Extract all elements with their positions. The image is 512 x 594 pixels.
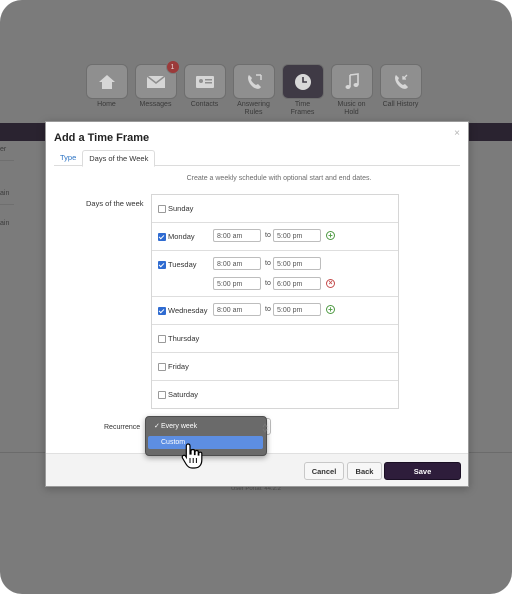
chevron-up-down-icon	[262, 420, 268, 438]
contact-card-icon	[183, 64, 226, 99]
option-label: Every week	[161, 423, 198, 430]
save-button[interactable]: Save	[384, 462, 461, 480]
hand-pointer-icon	[180, 442, 204, 475]
nav-home[interactable]: Home	[85, 64, 128, 117]
nav-contacts-label: Contacts	[190, 101, 219, 108]
to-label: to	[265, 306, 271, 313]
day-label: Saturday	[168, 390, 199, 399]
checkbox-friday[interactable]	[158, 363, 166, 371]
clock-icon	[281, 64, 324, 99]
add-range-icon[interactable]: +	[326, 305, 335, 314]
end-time-input[interactable]: 5:00 pm	[273, 229, 321, 242]
screen: Home 1 Messages Contacts Answering Rules	[0, 0, 512, 594]
start-time-input[interactable]: 8:00 am	[213, 303, 261, 316]
day-row-saturday: Saturday	[152, 381, 398, 408]
start-time-input[interactable]: 8:00 am	[213, 257, 261, 270]
end-time-input[interactable]: 6:00 pm	[273, 277, 321, 290]
cancel-button[interactable]: Cancel	[304, 462, 344, 480]
modal-tabs: Type Days of the Week	[54, 150, 460, 167]
nav-answering-rules[interactable]: Answering Rules	[232, 64, 275, 117]
tab-type[interactable]: Type	[54, 150, 82, 165]
checkbox-monday[interactable]	[158, 233, 166, 241]
to-label: to	[265, 232, 271, 239]
modal-subtitle: Create a weekly schedule with optional s…	[186, 175, 372, 182]
nav-call-history-label: Call History	[382, 101, 419, 108]
home-icon	[85, 64, 128, 99]
back-button[interactable]: Back	[347, 462, 382, 480]
checkbox-tuesday[interactable]	[158, 261, 166, 269]
checkmark-icon: ✓	[154, 423, 160, 430]
side-label: ain	[0, 190, 10, 197]
checkbox-saturday[interactable]	[158, 391, 166, 399]
close-icon[interactable]: ×	[454, 128, 460, 139]
nav-music-on-hold-label: Music on Hold	[337, 101, 366, 116]
recurrence-dropdown: ✓Every week Custom	[145, 416, 267, 456]
day-label: Wednesday	[168, 306, 208, 315]
day-label: Friday	[168, 362, 189, 371]
day-row-friday: Friday	[152, 353, 398, 381]
day-row-tuesday: Tuesday 8:00 am to 5:00 pm 5:00 pm to 6:…	[152, 251, 398, 297]
side-label: ain	[0, 220, 10, 227]
side-label: er	[0, 146, 7, 153]
side-divider	[0, 204, 14, 205]
modal-footer: Cancel Back Save	[46, 453, 468, 486]
to-label: to	[265, 280, 271, 287]
remove-range-icon[interactable]: ×	[326, 279, 335, 288]
nav-answering-rules-label: Answering Rules	[237, 101, 270, 116]
nav-music-on-hold[interactable]: Music on Hold	[330, 64, 373, 117]
app-nav: Home 1 Messages Contacts Answering Rules	[85, 60, 422, 117]
days-of-week-label: Days of the week	[86, 199, 144, 208]
day-row-sunday: Sunday	[152, 195, 398, 223]
messages-badge: 1	[165, 60, 180, 74]
nav-home-label: Home	[97, 101, 116, 108]
phone-history-icon	[379, 64, 422, 99]
day-row-wednesday: Wednesday 8:00 am to 5:00 pm +	[152, 297, 398, 325]
recurrence-option-custom[interactable]: Custom	[148, 436, 263, 449]
checkbox-sunday[interactable]	[158, 205, 166, 213]
nav-messages[interactable]: 1 Messages	[134, 60, 180, 117]
modal-title: Add a Time Frame	[54, 132, 150, 144]
checkbox-thursday[interactable]	[158, 335, 166, 343]
nav-contacts[interactable]: Contacts	[183, 64, 226, 117]
day-label: Sunday	[168, 204, 194, 213]
nav-messages-label: Messages	[139, 101, 172, 108]
start-time-input[interactable]: 8:00 am	[213, 229, 261, 242]
phone-forward-icon	[232, 64, 275, 99]
day-row-thursday: Thursday	[152, 325, 398, 353]
end-time-input[interactable]: 5:00 pm	[273, 303, 321, 316]
start-time-input[interactable]: 5:00 pm	[213, 277, 261, 290]
music-note-icon	[330, 64, 373, 99]
recurrence-label: Recurrence	[104, 424, 141, 431]
recurrence-option-every-week[interactable]: ✓Every week	[148, 420, 263, 433]
day-label: Tuesday	[168, 260, 197, 269]
end-time-input[interactable]: 5:00 pm	[273, 257, 321, 270]
to-label: to	[265, 260, 271, 267]
add-range-icon[interactable]: +	[326, 231, 335, 240]
nav-time-frames-label: Time Frames	[290, 101, 315, 116]
checkbox-wednesday[interactable]	[158, 307, 166, 315]
day-row-monday: Monday 8:00 am to 5:00 pm +	[152, 223, 398, 251]
side-divider	[0, 160, 14, 161]
tab-days-of-the-week[interactable]: Days of the Week	[82, 150, 156, 167]
days-table: Sunday Monday 8:00 am to 5:00 pm + Tuesd	[151, 194, 399, 409]
day-label: Monday	[168, 232, 195, 241]
day-label: Thursday	[168, 334, 200, 343]
nav-call-history[interactable]: Call History	[379, 64, 422, 117]
envelope-icon: 1	[134, 60, 180, 99]
nav-time-frames[interactable]: Time Frames	[281, 64, 324, 117]
